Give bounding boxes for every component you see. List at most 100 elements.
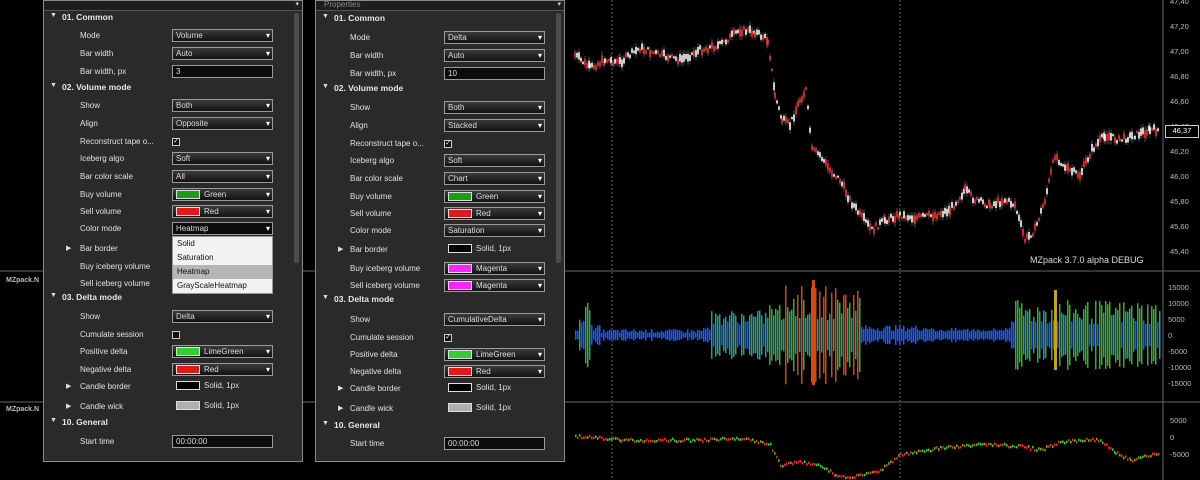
delta-bar xyxy=(579,319,581,351)
positive-delta-color[interactable]: LimeGreen ▾ xyxy=(172,345,273,358)
bar-width-select[interactable]: Auto ▾ xyxy=(444,49,545,62)
section-volume-mode[interactable]: ▼ 02. Volume mode xyxy=(44,82,302,98)
collapse-icon[interactable]: ▼ xyxy=(50,292,57,299)
cumulative-delta-bar xyxy=(1156,453,1158,456)
cumulative-delta-bar xyxy=(656,439,658,443)
candle-body xyxy=(1010,200,1012,208)
sell-volume-color[interactable]: Red ▾ xyxy=(172,205,273,218)
bar-width-px-input[interactable]: 10 xyxy=(444,67,545,80)
color-mode-dropdown-list[interactable]: Solid Saturation Heatmap GrayScaleHeatma… xyxy=(172,236,273,294)
row-candle-wick[interactable]: ▶ Candle wick Solid, 1px xyxy=(316,401,564,417)
iceberg-algo-select[interactable]: Soft ▾ xyxy=(444,154,545,167)
row-candle-border[interactable]: ▶ Candle border Solid, 1px xyxy=(44,379,302,395)
collapse-icon[interactable]: ▼ xyxy=(50,12,57,19)
expand-icon[interactable]: ▶ xyxy=(338,245,343,253)
show-select[interactable]: Both ▾ xyxy=(444,101,545,114)
cumulative-delta-bar xyxy=(666,439,668,442)
candle-body xyxy=(586,63,588,69)
chevron-down-icon[interactable]: ▾ xyxy=(557,1,561,9)
properties-panel-left[interactable]: ▾ ▼ 01. Common Mode Volume ▾ Bar width Auto ▾… xyxy=(43,0,303,462)
cumulative-delta-bar xyxy=(1026,446,1028,449)
start-time-input[interactable]: 00:00:00 xyxy=(444,437,545,450)
positive-delta-color[interactable]: LimeGreen ▾ xyxy=(444,348,545,361)
cumulate-checkbox[interactable]: ✓ xyxy=(444,334,452,342)
row-candle-border[interactable]: ▶ Candle border Solid, 1px xyxy=(316,381,564,397)
negative-delta-color[interactable]: Red ▾ xyxy=(444,365,545,378)
delta-show-select[interactable]: CumulativeDelta ▾ xyxy=(444,313,545,326)
start-time-input[interactable]: 00:00:00 xyxy=(172,435,273,448)
cumulative-delta-bar xyxy=(630,437,632,441)
section-common[interactable]: ▼ 01. Common xyxy=(316,13,564,29)
delta-bar xyxy=(723,318,725,352)
collapse-icon[interactable]: ▼ xyxy=(322,420,329,427)
row-candle-wick[interactable]: ▶ Candle wick Solid, 1px xyxy=(44,399,302,415)
bar-border-value[interactable]: Solid, 1px xyxy=(448,243,511,253)
sell-volume-color[interactable]: Red ▾ xyxy=(444,207,545,220)
candle-body xyxy=(778,106,780,110)
mode-select[interactable]: Delta ▾ xyxy=(444,31,545,44)
candle-border-value[interactable]: Solid, 1px xyxy=(448,382,511,392)
delta-bar xyxy=(1093,323,1095,347)
section-common[interactable]: ▼ 01. Common xyxy=(44,12,302,28)
option-saturation[interactable]: Saturation xyxy=(173,251,272,265)
delta-bar xyxy=(675,329,677,341)
color-mode-select[interactable]: Heatmap ▾ xyxy=(172,222,273,235)
section-delta-mode[interactable]: ▼ 03. Delta mode xyxy=(316,294,564,310)
bar-width-px-input[interactable]: 3 xyxy=(172,65,273,78)
delta-bar xyxy=(969,331,971,339)
delta-bar xyxy=(1039,311,1041,359)
expand-icon[interactable]: ▶ xyxy=(338,384,343,392)
delta-bar xyxy=(877,328,879,342)
collapse-icon[interactable]: ▼ xyxy=(322,13,329,20)
reconstruct-checkbox[interactable]: ✓ xyxy=(172,138,180,146)
cumulative-delta-bar xyxy=(752,438,754,441)
expand-icon[interactable]: ▶ xyxy=(66,382,71,390)
option-grayscale-heatmap[interactable]: GrayScaleHeatmap xyxy=(173,279,272,293)
bar-color-scale-select[interactable]: Chart ▾ xyxy=(444,172,545,185)
section-delta-mode[interactable]: ▼ 03. Delta mode xyxy=(44,292,302,308)
cumulative-delta-bar xyxy=(936,446,938,449)
iceberg-algo-select[interactable]: Soft ▾ xyxy=(172,152,273,165)
delta-bar xyxy=(765,312,767,358)
bar-color-scale-select[interactable]: All ▾ xyxy=(172,170,273,183)
buy-volume-color[interactable]: Green ▾ xyxy=(172,188,273,201)
collapse-icon[interactable]: ▼ xyxy=(50,417,57,424)
chevron-down-icon: ▾ xyxy=(265,312,270,321)
cumulative-delta-bar xyxy=(1158,453,1160,456)
cumulate-checkbox[interactable] xyxy=(172,331,180,339)
chevron-down-icon[interactable]: ▾ xyxy=(295,1,299,9)
section-general[interactable]: ▼ 10. General xyxy=(44,417,302,433)
candle-border-value[interactable]: Solid, 1px xyxy=(176,380,239,390)
section-general[interactable]: ▼ 10. General xyxy=(316,420,564,436)
delta-bar xyxy=(901,328,903,342)
color-mode-select[interactable]: Saturation ▾ xyxy=(444,224,545,237)
candle-body xyxy=(861,212,863,218)
show-select[interactable]: Both ▾ xyxy=(172,99,273,112)
candle-wick-value[interactable]: Solid, 1px xyxy=(176,400,239,410)
collapse-icon[interactable]: ▼ xyxy=(50,82,57,89)
candle-wick-value[interactable]: Solid, 1px xyxy=(448,402,511,412)
buy-volume-color[interactable]: Green ▾ xyxy=(444,190,545,203)
collapse-icon[interactable]: ▼ xyxy=(322,294,329,301)
negative-delta-color[interactable]: Red ▾ xyxy=(172,363,273,376)
mode-select[interactable]: Volume ▾ xyxy=(172,29,273,42)
align-select[interactable]: Stacked ▾ xyxy=(444,119,545,132)
sell-iceberg-color[interactable]: Magenta ▾ xyxy=(444,279,545,292)
cumulative-delta-bar xyxy=(764,442,766,446)
expand-icon[interactable]: ▶ xyxy=(66,402,71,410)
option-heatmap[interactable]: Heatmap xyxy=(173,265,272,279)
collapse-icon[interactable]: ▼ xyxy=(322,83,329,90)
bar-width-select[interactable]: Auto ▾ xyxy=(172,47,273,60)
expand-icon[interactable]: ▶ xyxy=(338,404,343,412)
delta-bar xyxy=(653,332,655,338)
buy-iceberg-color[interactable]: Magenta ▾ xyxy=(444,262,545,275)
delta-bar xyxy=(1079,317,1081,353)
section-volume-mode[interactable]: ▼ 02. Volume mode xyxy=(316,83,564,99)
option-solid[interactable]: Solid xyxy=(173,237,272,251)
reconstruct-checkbox[interactable]: ✓ xyxy=(444,140,452,148)
properties-panel-right[interactable]: Properties ▾ ▼ 01. Common Mode Delta ▾ Bar w… xyxy=(315,0,565,462)
align-select[interactable]: Opposite ▾ xyxy=(172,117,273,130)
row-bar-border[interactable]: ▶ Bar border Solid, 1px xyxy=(316,242,564,258)
delta-show-select[interactable]: Delta ▾ xyxy=(172,310,273,323)
expand-icon[interactable]: ▶ xyxy=(66,244,71,252)
